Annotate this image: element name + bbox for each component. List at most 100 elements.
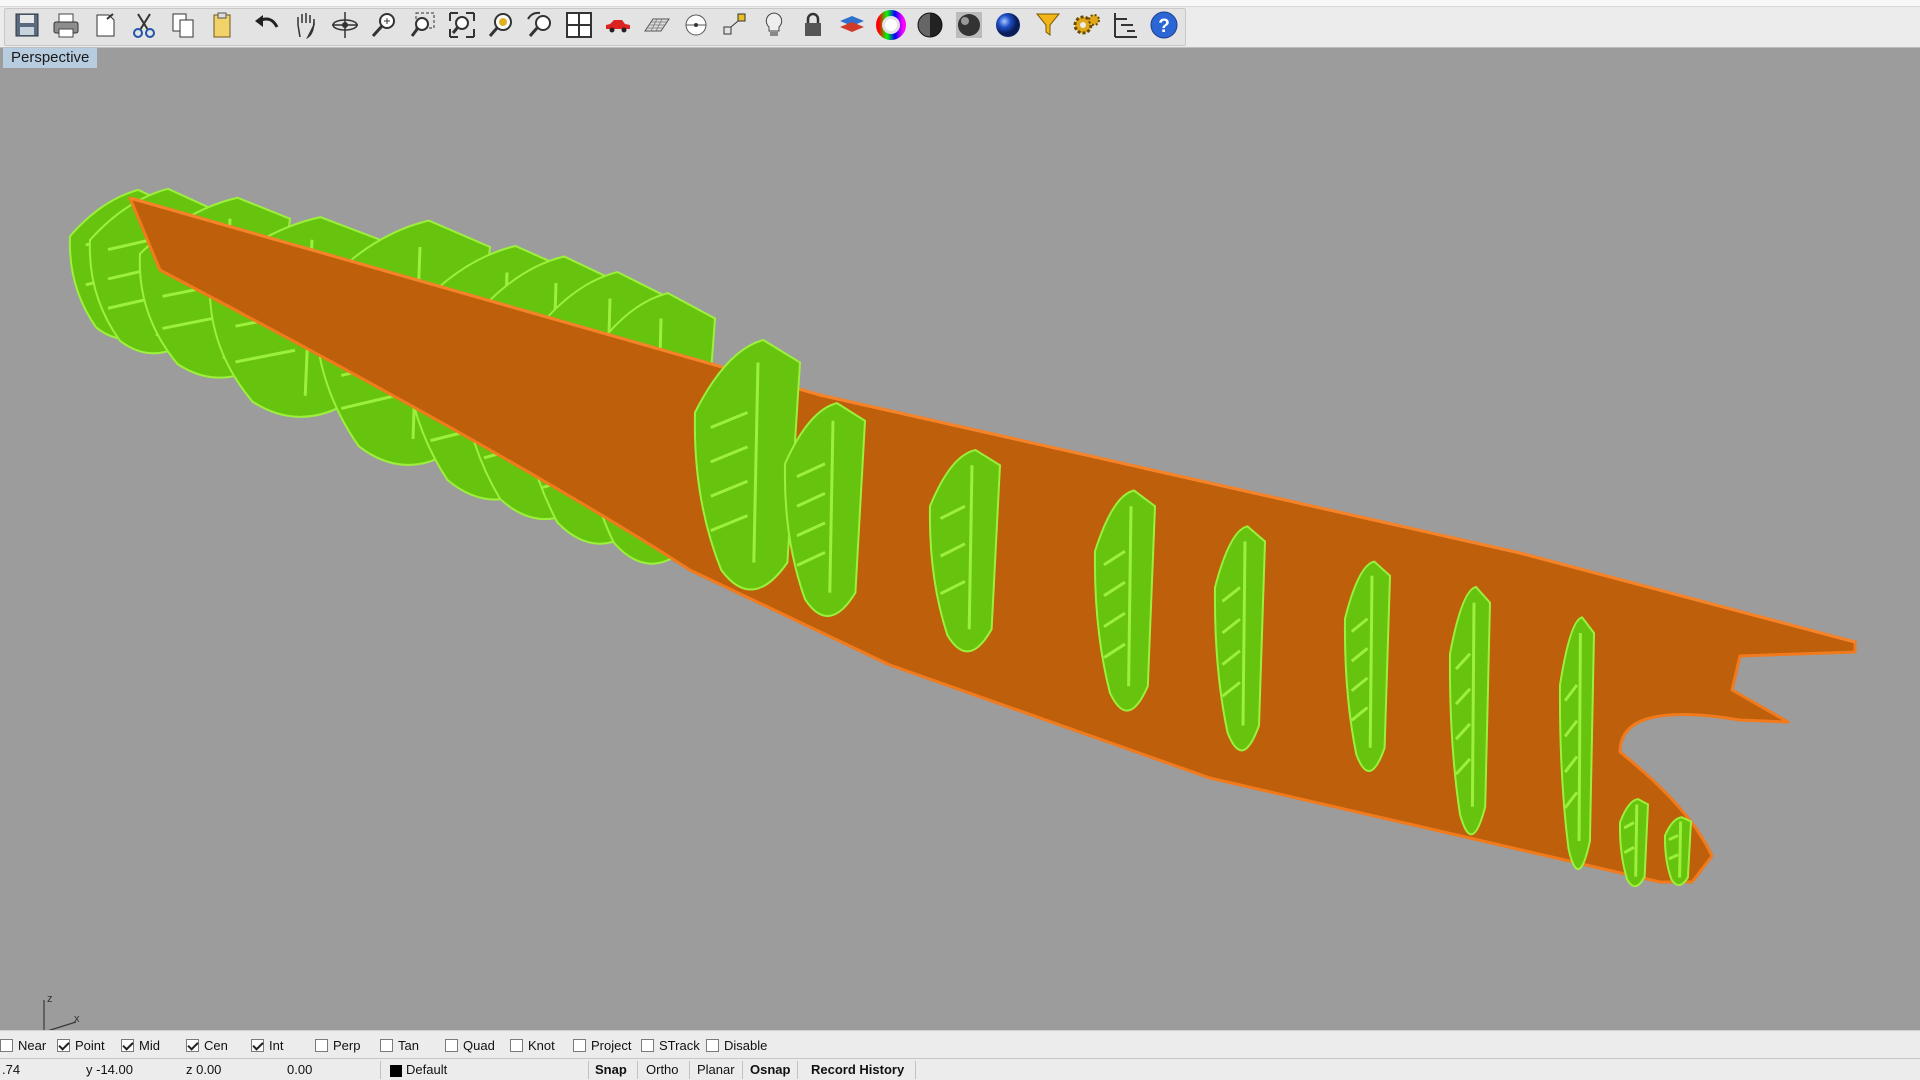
osnap-project-checkbox[interactable]	[573, 1038, 586, 1052]
layer-button[interactable]	[832, 9, 871, 45]
main-toolbar: ?	[0, 0, 1920, 48]
osnap-quad-checkbox[interactable]	[445, 1038, 458, 1052]
osnap-perp-label: Perp	[333, 1037, 361, 1053]
four-viewports-icon	[563, 9, 595, 46]
color-wheel-icon	[875, 9, 907, 46]
osnap-tan[interactable]: Tan	[380, 1037, 419, 1053]
construction-plane-icon	[641, 9, 673, 46]
undo-view-button[interactable]	[520, 9, 559, 45]
layer-tool-icon	[836, 9, 868, 46]
color-button[interactable]	[871, 9, 910, 45]
osnap-disable-checkbox[interactable]	[706, 1038, 719, 1052]
dimension-button[interactable]	[1105, 9, 1144, 45]
zoom-window-icon	[407, 9, 439, 46]
planar-toggle[interactable]: Planar	[697, 1062, 735, 1078]
distance-readout: 0.00	[287, 1062, 313, 1077]
undo-icon	[251, 9, 283, 46]
osnap-int[interactable]: Int	[251, 1037, 283, 1053]
axis-label-x: x	[74, 1013, 80, 1025]
osnap-cen-checkbox[interactable]	[186, 1038, 199, 1052]
print-button[interactable]	[46, 9, 85, 45]
osnap-perp-checkbox[interactable]	[315, 1038, 328, 1052]
osnap-mid[interactable]: Mid	[121, 1037, 160, 1053]
four-viewports-button[interactable]	[559, 9, 598, 45]
select-filter-icon	[1031, 9, 1063, 46]
zoom-extents-button[interactable]	[442, 9, 481, 45]
osnap-toggle[interactable]: Osnap	[750, 1062, 790, 1078]
undo-view-icon	[524, 9, 556, 46]
help-icon: ?	[1148, 9, 1180, 46]
osnap-quad[interactable]: Quad	[445, 1037, 495, 1053]
osnap-near[interactable]: Near	[0, 1037, 46, 1053]
osnap-tan-checkbox[interactable]	[380, 1038, 393, 1052]
svg-text:?: ?	[1158, 16, 1170, 37]
zoom-selected-button[interactable]	[481, 9, 520, 45]
rendered-button[interactable]	[949, 9, 988, 45]
layer-color-swatch	[390, 1064, 402, 1077]
standard-toolbar: ?	[4, 8, 1186, 46]
zoom-dynamic-button[interactable]	[364, 9, 403, 45]
osnap-near-checkbox[interactable]	[0, 1038, 13, 1052]
render-button[interactable]	[988, 9, 1027, 45]
open-button[interactable]	[85, 9, 124, 45]
current-layer[interactable]: Default	[390, 1062, 447, 1078]
car-button[interactable]	[598, 9, 637, 45]
osnap-perp[interactable]: Perp	[315, 1037, 360, 1053]
osnap-cen[interactable]: Cen	[186, 1037, 228, 1053]
ortho-toggle[interactable]: Ortho	[646, 1062, 679, 1078]
osnap-knot-checkbox[interactable]	[510, 1038, 523, 1052]
cplane-button[interactable]	[637, 9, 676, 45]
osnap-int-checkbox[interactable]	[251, 1038, 264, 1052]
cut-icon	[128, 9, 160, 46]
lock-icon	[797, 9, 829, 46]
rib-notch	[1368, 575, 1374, 748]
undo-button[interactable]	[247, 9, 286, 45]
osnap-cen-label: Cen	[204, 1037, 228, 1053]
rib-notch	[1634, 804, 1639, 877]
save-icon	[11, 9, 43, 46]
perspective-viewport[interactable]: Perspective z x u	[0, 48, 1920, 1045]
osnap-mid-label: Mid	[139, 1037, 160, 1053]
copy-icon	[167, 9, 199, 46]
wireframe-button[interactable]	[910, 9, 949, 45]
point-icon	[680, 9, 712, 46]
light-button[interactable]	[754, 9, 793, 45]
options-button[interactable]	[1066, 9, 1105, 45]
paste-button[interactable]	[202, 9, 241, 45]
rib-notch	[1577, 632, 1582, 842]
save-button[interactable]	[7, 9, 46, 45]
transform-button[interactable]	[715, 9, 754, 45]
zoom-window-button[interactable]	[403, 9, 442, 45]
viewport-title-tab[interactable]: Perspective	[3, 48, 98, 68]
rib-notch	[1678, 821, 1683, 878]
point-button[interactable]	[676, 9, 715, 45]
coord-y: y -14.00	[86, 1062, 133, 1077]
osnap-strack[interactable]: STrack	[641, 1037, 700, 1053]
osnap-knot-label: Knot	[528, 1037, 555, 1053]
cut-button[interactable]	[124, 9, 163, 45]
osnap-point[interactable]: Point	[57, 1037, 105, 1053]
osnap-point-checkbox[interactable]	[57, 1038, 70, 1052]
osnap-mid-checkbox[interactable]	[121, 1038, 134, 1052]
copy-button[interactable]	[163, 9, 202, 45]
osnap-bar: Near Point Mid Cen Int Perp Tan Quad Knot Project…	[0, 1030, 1920, 1058]
select-filter-button[interactable]	[1027, 9, 1066, 45]
osnap-project[interactable]: Project	[573, 1037, 631, 1053]
model-scene[interactable]	[0, 48, 1920, 1030]
zoom-dynamic-icon	[368, 9, 400, 46]
transform-icon	[719, 9, 751, 46]
lock-button[interactable]	[793, 9, 832, 45]
pan-button[interactable]	[286, 9, 325, 45]
coord-z: z 0.00	[186, 1062, 222, 1077]
osnap-knot[interactable]: Knot	[510, 1037, 555, 1053]
rotate-view-button[interactable]	[325, 9, 364, 45]
layer-name: Default	[406, 1062, 448, 1077]
snap-toggle[interactable]: Snap	[595, 1062, 627, 1078]
osnap-project-label: Project	[591, 1037, 632, 1053]
osnap-disable[interactable]: Disable	[706, 1037, 767, 1053]
record-history-button[interactable]: Record History	[811, 1062, 904, 1078]
rib-notch	[1470, 602, 1476, 807]
options-gear-icon	[1070, 9, 1102, 46]
osnap-strack-checkbox[interactable]	[641, 1038, 654, 1052]
help-button[interactable]: ?	[1144, 9, 1183, 45]
